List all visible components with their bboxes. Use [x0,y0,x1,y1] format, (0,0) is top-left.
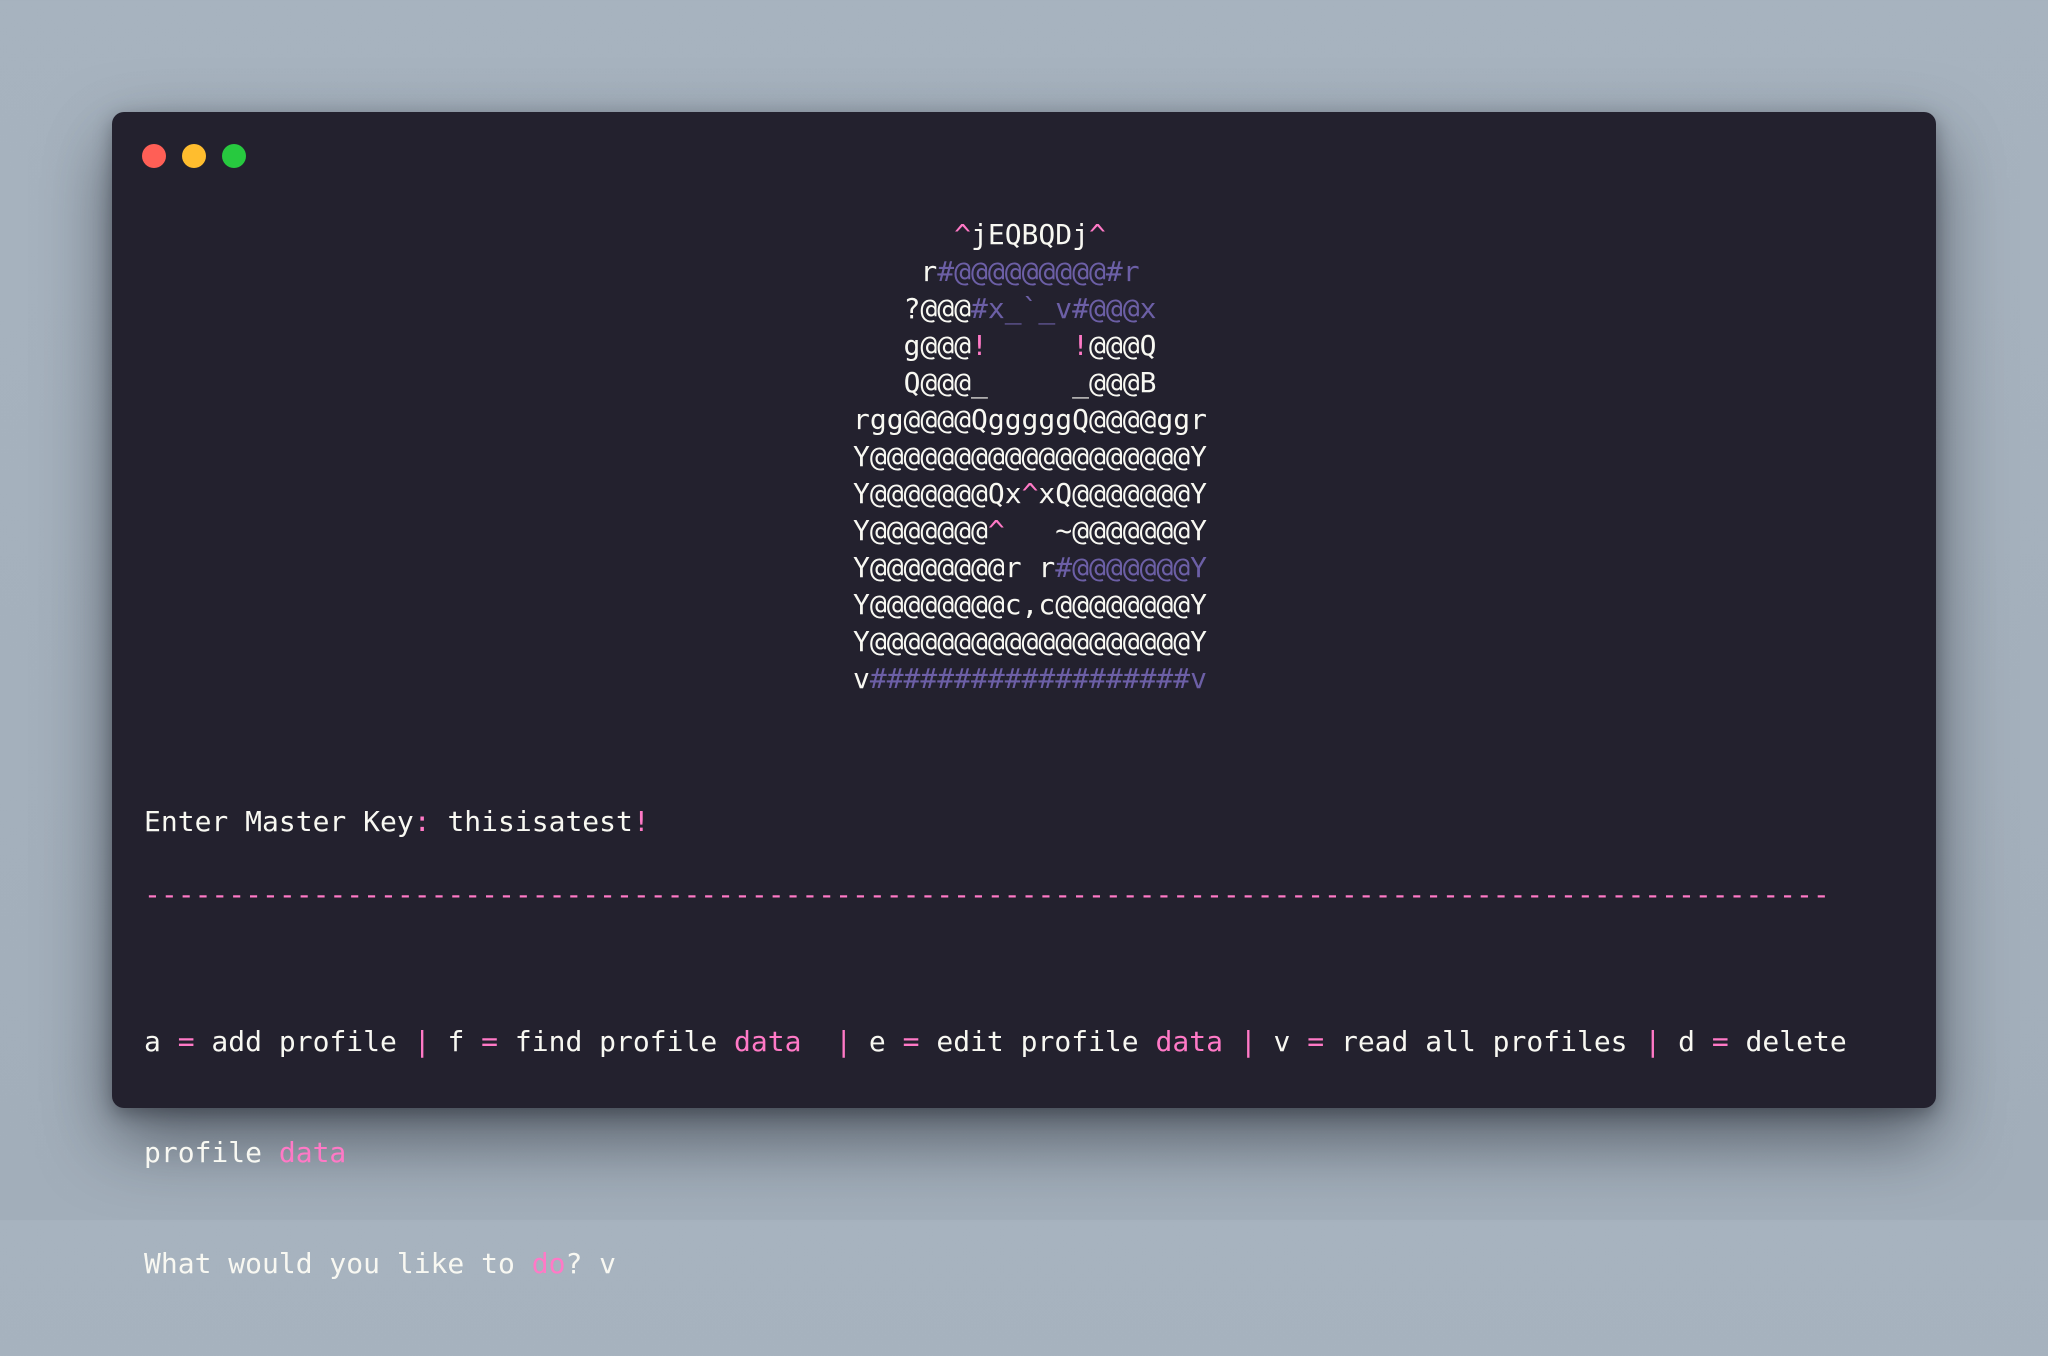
ascii-art-line: ^jEQBQDj^ [144,216,1904,253]
menu-segment: e [852,1025,903,1058]
minimize-button[interactable] [182,144,206,168]
action-prompt-segment: do [531,1247,566,1280]
menu-segment: find profile [498,1025,735,1058]
prompt-bang: ! [632,805,650,838]
ascii-art-segment: #@@@@@@@Y [1055,551,1207,584]
ascii-art-logo: ^jEQBQDj^ r#@@@@@@@@@#r ?@@@#x_`_v#@@@x g@@… [144,216,1904,697]
ascii-art-segment: ! [1072,329,1089,362]
ascii-art-segment: ###################v [869,662,1207,695]
prompt-colon: : [413,805,431,838]
menu-segment: = [481,1025,499,1058]
ascii-art-line: rgg@@@@QgggggQ@@@@ggr [144,401,1904,438]
window-controls [142,144,246,168]
ascii-art-segment: jEQBQDj [970,218,1089,251]
menu-block: a = add profile | f = find profile data … [144,949,1847,1356]
ascii-art-segment: Y@@@@@@@@@@@@@@@@@@@Y [852,440,1207,473]
ascii-art-line: Q@@@_ _@@@B [144,364,1904,401]
ascii-art-line: g@@@! !@@@Q [144,327,1904,364]
menu-segment: f [430,1025,482,1058]
prompt-label: Enter Master Key [144,805,414,838]
ascii-art-segment: v [852,662,870,695]
menu-segment: delete [1728,1025,1847,1058]
menu-segment: = [1307,1025,1325,1058]
menu-segment: = [902,1025,920,1058]
menu-options-line-wrap: profile data [144,1134,1847,1171]
ascii-art-segment: Y@@@@@@@ [852,514,988,547]
master-key-value: thisisatest [447,805,633,838]
master-key-prompt: Enter Master Key: thisisatest! [144,803,650,840]
ascii-art-segment: ^ [1021,477,1039,510]
ascii-art-segment: ! [970,329,988,362]
menu-segment [1223,1025,1240,1058]
terminal-window: ^jEQBQDj^ r#@@@@@@@@@#r ?@@@#x_`_v#@@@x g@@… [112,112,1936,1280]
menu-segment: | [413,1025,431,1058]
ascii-art-segment: Y@@@@@@@Qx [852,477,1022,510]
menu-segment: = [177,1025,195,1058]
action-prompt-segment: What would you like to [144,1247,532,1280]
ascii-art-segment [988,329,1072,362]
ascii-art-line: ?@@@#x_`_v#@@@x [144,290,1904,327]
ascii-art-segment: rgg@@@@QgggggQ@@@@ggr [852,403,1207,436]
menu-segment: add profile [194,1025,414,1058]
menu-segment: v [1256,1025,1308,1058]
ascii-art-line: Y@@@@@@@Qx^xQ@@@@@@@Y [144,475,1904,512]
ascii-art-line: r#@@@@@@@@@#r [144,253,1904,290]
close-button[interactable] [142,144,166,168]
menu-segment: data [278,1136,347,1169]
menu-segment: a [144,1025,178,1058]
ascii-art-segment: r [920,255,938,288]
menu-segment: edit profile [919,1025,1156,1058]
ascii-art-segment: ?@@@ [903,292,971,325]
ascii-art-segment: Y@@@@@@@@@@@@@@@@@@@Y [852,625,1207,658]
ascii-art-line: Y@@@@@@@@@@@@@@@@@@@Y [144,623,1904,660]
divider-line: ----------------------------------------… [144,878,1830,911]
ascii-art-segment: ^ [954,218,971,251]
ascii-art-segment: ^ [1089,218,1106,251]
ascii-art-segment: @@@Q [1089,329,1157,362]
ascii-art-segment: xQ@@@@@@@Y [1038,477,1207,510]
menu-segment: d [1661,1025,1712,1058]
menu-segment: profile [144,1136,279,1169]
menu-options-line: a = add profile | f = find profile data … [144,1023,1847,1060]
menu-segment: data [1155,1025,1223,1058]
ascii-art-line: Y@@@@@@@@c,c@@@@@@@@Y [144,586,1904,623]
menu-segment: | [835,1025,853,1058]
ascii-art-segment: ^ [987,514,1005,547]
menu-segment: data [734,1025,802,1058]
ascii-art-line: Y@@@@@@@@@@@@@@@@@@@Y [144,438,1904,475]
ascii-art-segment: #x_`_v#@@@x [971,292,1157,325]
ascii-art-line: Y@@@@@@@@r r#@@@@@@@Y [144,549,1904,586]
menu-segment: | [1239,1025,1257,1058]
terminal-output[interactable]: ^jEQBQDj^ r#@@@@@@@@@#r ?@@@#x_`_v#@@@x g@@… [144,216,1904,1280]
ascii-art-segment: Y@@@@@@@@r r [852,551,1056,584]
action-prompt: What would you like to do? v [144,1245,1847,1282]
menu-segment: read all profiles [1324,1025,1645,1058]
ascii-art-segment: Y@@@@@@@@c,c@@@@@@@@Y [852,588,1207,621]
menu-segment: | [1644,1025,1662,1058]
ascii-art-segment: Q@@@_ _@@@B [903,366,1157,399]
action-prompt-segment: ? v [565,1247,617,1280]
ascii-art-line: v###################v [144,660,1904,697]
ascii-art-segment: ~@@@@@@@Y [1004,514,1207,547]
ascii-art-segment: #@@@@@@@@@#r [937,255,1140,288]
menu-segment: = [1711,1025,1729,1058]
menu-segment [801,1025,835,1058]
ascii-art-segment: g@@@ [903,329,971,362]
ascii-art-line: Y@@@@@@@^ ~@@@@@@@Y [144,512,1904,549]
zoom-button[interactable] [222,144,246,168]
